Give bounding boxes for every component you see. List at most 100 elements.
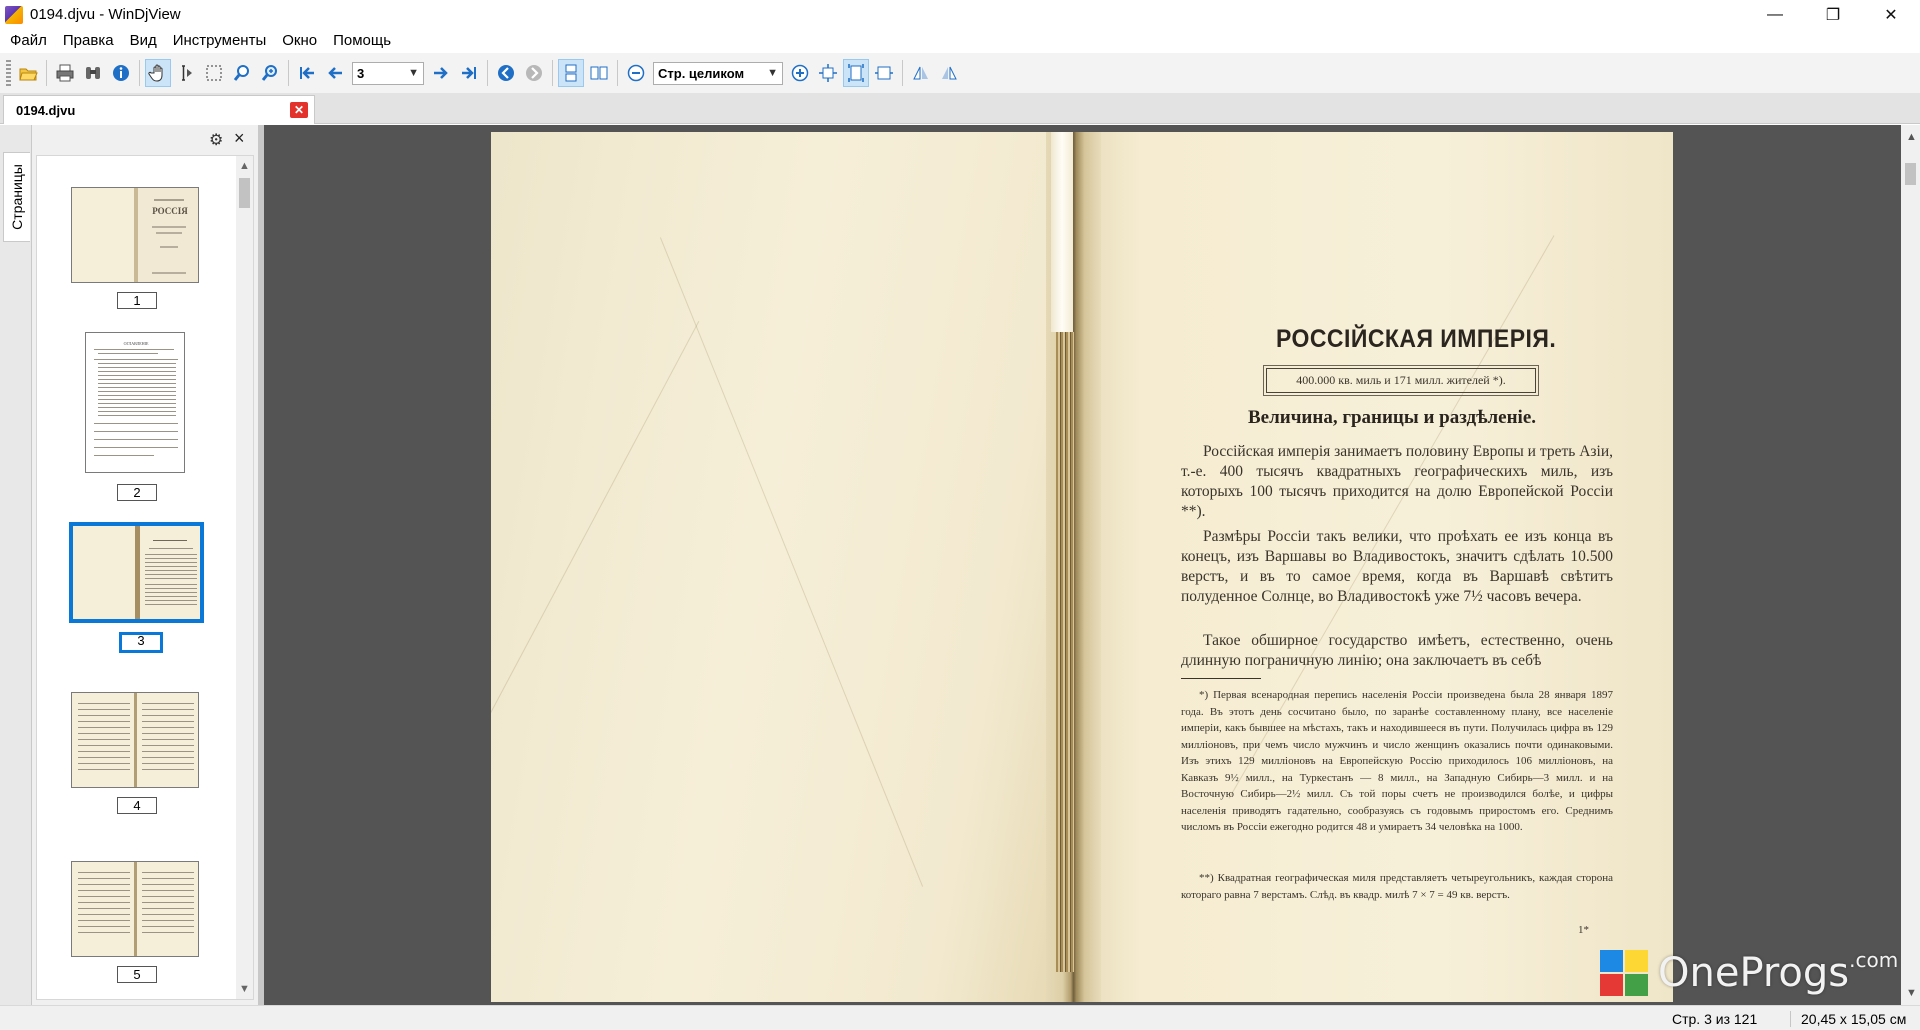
- menu-tools[interactable]: Инструменты: [165, 29, 275, 53]
- document-tab[interactable]: 0194.djvu ✕: [3, 95, 315, 124]
- window-title: 0194.djvu - WinDjView: [30, 6, 181, 23]
- close-window-button[interactable]: ✕: [1862, 0, 1920, 29]
- sidebar-tab-strip: Страницы: [0, 125, 32, 1005]
- actual-size-icon[interactable]: [815, 59, 841, 87]
- toolbar-separator: [288, 60, 289, 86]
- zoom-in-icon[interactable]: [787, 59, 813, 87]
- magnify-icon[interactable]: [257, 59, 283, 87]
- thumbnail-list[interactable]: РОССІЯ 1 ОГЛАВЛЕНІЕ 2 3 4 5 ▲ ▼: [36, 155, 254, 1000]
- find-icon[interactable]: [80, 59, 106, 87]
- document-tab-label: 0194.djvu: [16, 103, 76, 118]
- thumbnail-text: ОГЛАВЛЕНІЕ: [123, 341, 149, 346]
- chevron-down-icon: ▼: [767, 66, 778, 79]
- hand-icon[interactable]: [145, 59, 171, 87]
- facing-icon[interactable]: [586, 59, 612, 87]
- thumbnail-number: 2: [117, 484, 157, 501]
- continuous-icon[interactable]: [558, 59, 584, 87]
- footnote-rule: [1181, 678, 1261, 679]
- last-page-icon[interactable]: [456, 59, 482, 87]
- print-icon[interactable]: [52, 59, 78, 87]
- text-select-icon[interactable]: [173, 59, 199, 87]
- status-page-info: Стр. 3 из 121: [1672, 1011, 1758, 1027]
- footnote-1: *) Первая всенародная перепись населенія…: [1181, 689, 1613, 833]
- toolbar-separator: [139, 60, 140, 86]
- first-page-icon[interactable]: [294, 59, 320, 87]
- rect-select-icon[interactable]: [201, 59, 227, 87]
- toolbar-separator: [46, 60, 47, 86]
- minimize-button[interactable]: —: [1746, 0, 1804, 29]
- thumbnail-number: 3: [119, 632, 163, 653]
- menu-bar: Файл Правка Вид Инструменты Окно Помощь: [0, 29, 1920, 53]
- rotate-left-icon[interactable]: [908, 59, 934, 87]
- thumbnail-image: ОГЛАВЛЕНІЕ: [85, 332, 185, 473]
- page-title: РОССІЙСКАЯ ИМПЕРІЯ.: [1276, 325, 1557, 353]
- scrollbar-thumb[interactable]: [239, 178, 250, 208]
- zoom-select[interactable]: Стр. целиком ▼: [653, 61, 783, 85]
- chevron-down-icon: ▼: [408, 66, 419, 79]
- thumbnail-number: 5: [117, 966, 157, 983]
- next-page-icon[interactable]: [428, 59, 454, 87]
- page-spread: РОССІЙСКАЯ ИМПЕРІЯ. 400.000 кв. миль и 1…: [491, 132, 1673, 1002]
- scrollbar-thumb[interactable]: [1905, 163, 1916, 185]
- scroll-down-icon[interactable]: ▼: [1906, 987, 1917, 999]
- toolbar-separator: [902, 60, 903, 86]
- left-page: [491, 132, 1081, 1002]
- window-controls: — ❐ ✕: [1746, 0, 1920, 29]
- restore-button[interactable]: ❐: [1804, 0, 1862, 29]
- thumbnail-number: 4: [117, 797, 157, 814]
- forward-icon[interactable]: [521, 59, 547, 87]
- paragraph-3: Такое обширное государство имѣетъ, естес…: [1181, 632, 1613, 669]
- rotate-right-icon[interactable]: [936, 59, 962, 87]
- menu-window[interactable]: Окно: [274, 29, 325, 53]
- zoom-out-icon[interactable]: [623, 59, 649, 87]
- zoom-value: Стр. целиком: [658, 65, 745, 81]
- population-box: 400.000 кв. миль и 171 милл. жителей *).: [1266, 368, 1536, 393]
- scroll-up-icon[interactable]: ▲: [239, 160, 250, 172]
- oneprogs-watermark: OneProgs.com: [1600, 948, 1898, 996]
- fit-width-icon[interactable]: [871, 59, 897, 87]
- close-panel-icon[interactable]: ×: [234, 128, 245, 149]
- status-page-size: 20,45 x 15,05 см: [1790, 1011, 1906, 1027]
- watermark-text: OneProgs.com: [1658, 948, 1898, 996]
- page-edges: [1056, 332, 1074, 972]
- gear-icon[interactable]: ⚙: [209, 130, 223, 150]
- open-icon[interactable]: [15, 59, 41, 87]
- book-spine-gap: [1051, 132, 1073, 332]
- thumbnail-image: РОССІЯ: [71, 187, 199, 283]
- viewer-scrollbar[interactable]: ▲ ▼: [1901, 125, 1920, 1005]
- tab-pages[interactable]: Страницы: [3, 152, 30, 242]
- scroll-up-icon[interactable]: ▲: [1906, 131, 1917, 143]
- fit-page-icon[interactable]: [843, 59, 869, 87]
- page-number-value: 3: [357, 65, 365, 81]
- windows-logo-icon: [1600, 950, 1648, 996]
- info-icon[interactable]: [108, 59, 134, 87]
- back-icon[interactable]: [493, 59, 519, 87]
- footnote-2: **) Квадратная географическая миля предс…: [1181, 872, 1613, 901]
- title-bar: 0194.djvu - WinDjView — ❐ ✕: [0, 0, 1920, 29]
- close-tab-icon[interactable]: ✕: [290, 102, 308, 118]
- document-tab-strip: 0194.djvu ✕: [0, 93, 1920, 124]
- thumbnails-panel: ⚙ × РОССІЯ 1 ОГЛАВЛЕНІЕ 2 3 4 5 ▲ ▼: [32, 125, 258, 1005]
- paragraph-2: Размѣры Россіи такъ велики, что проѣхать…: [1181, 528, 1613, 605]
- toolbar-separator: [487, 60, 488, 86]
- thumbnail-number: 1: [117, 292, 157, 309]
- menu-edit[interactable]: Правка: [55, 29, 122, 53]
- page-number-select[interactable]: 3 ▼: [352, 61, 424, 85]
- paragraph-1: Россійская имперія занимаетъ половину Ев…: [1181, 443, 1613, 520]
- toolbar-grip[interactable]: [6, 60, 11, 86]
- toolbar-separator: [552, 60, 553, 86]
- thumbnail-image: [69, 522, 204, 623]
- menu-file[interactable]: Файл: [2, 29, 55, 53]
- thumbnail-scrollbar[interactable]: ▲ ▼: [236, 156, 253, 999]
- windjview-window: 0194.djvu - WinDjView — ❐ ✕ Файл Правка …: [0, 0, 1920, 1030]
- section-heading: Величина, границы и раздѣленіе.: [1248, 407, 1537, 428]
- watermark-name: OneProgs: [1658, 950, 1850, 996]
- thumbnail-image: [71, 861, 199, 957]
- menu-help[interactable]: Помощь: [325, 29, 399, 53]
- scroll-down-icon[interactable]: ▼: [239, 983, 250, 995]
- thumbnail-image: [71, 692, 199, 788]
- zoom-rect-icon[interactable]: [229, 59, 255, 87]
- toolbar: 3 ▼ Стр. целиком ▼: [0, 53, 1920, 93]
- prev-page-icon[interactable]: [322, 59, 348, 87]
- menu-view[interactable]: Вид: [122, 29, 165, 53]
